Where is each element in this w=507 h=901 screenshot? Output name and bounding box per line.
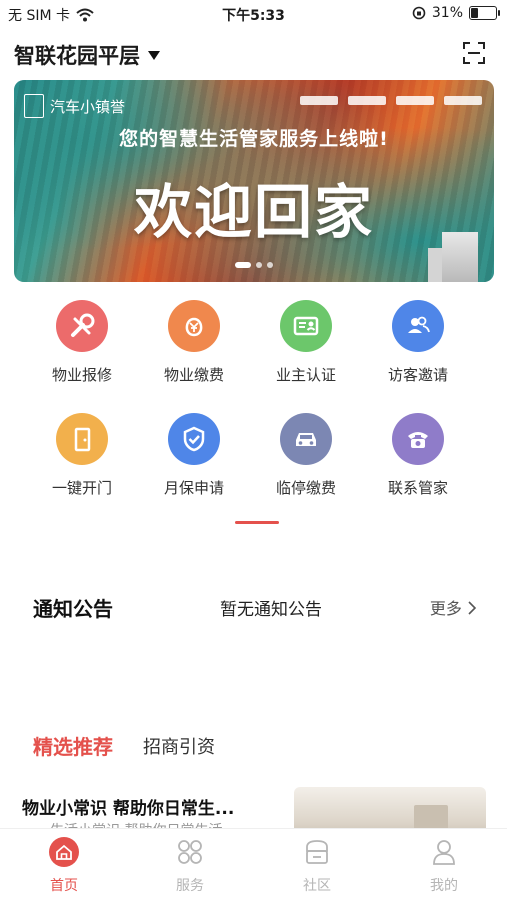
tab-mine[interactable]: 我的 <box>404 837 484 895</box>
phone-icon <box>392 413 444 465</box>
visitors-icon <box>392 300 444 352</box>
community-selector[interactable]: 智联花园平层 <box>14 40 160 70</box>
tab-label: 社区 <box>303 878 331 894</box>
service-grid-icon <box>175 837 205 867</box>
caret-down-icon <box>148 50 160 60</box>
banner-headline: 欢迎回家 <box>133 178 374 246</box>
tab-label: 我的 <box>430 878 458 894</box>
carousel-dots <box>14 262 494 268</box>
status-right: 31% <box>412 5 500 21</box>
chevron-right-icon <box>468 601 477 615</box>
article-title: 物业小常识 帮助你日常生... <box>22 799 235 819</box>
notice-bar: 通知公告 暂无通知公告 更多 <box>0 580 507 630</box>
more-label: 更多 <box>429 599 462 618</box>
notice-title: 通知公告 <box>33 597 113 621</box>
logo-mark-icon <box>24 94 44 118</box>
service-property-repair[interactable]: 物业报修 <box>26 300 138 385</box>
service-label: 联系管家 <box>387 479 448 497</box>
tab-investment[interactable]: 招商引资 <box>143 733 215 759</box>
tab-label: 服务 <box>176 878 204 894</box>
service-label: 访客邀请 <box>387 366 448 384</box>
partner-logo <box>348 96 386 105</box>
service-one-key-open[interactable]: 一键开门 <box>26 413 138 498</box>
yen-bag-icon <box>168 300 220 352</box>
status-bar: 无 SIM 卡 下午5:33 31% <box>0 0 507 28</box>
door-icon <box>56 413 108 465</box>
service-property-fee[interactable]: 物业缴费 <box>138 300 250 385</box>
service-label: 临停缴费 <box>275 479 336 497</box>
wrench-icon <box>56 300 108 352</box>
tab-featured[interactable]: 精选推荐 <box>33 731 113 760</box>
car-icon <box>280 413 332 465</box>
service-label: 物业报修 <box>51 366 112 384</box>
building-illustration <box>428 232 478 282</box>
service-temp-parking-fee[interactable]: 临停缴费 <box>250 413 362 498</box>
battery-fill <box>471 8 478 18</box>
service-label: 业主认证 <box>275 366 336 384</box>
grid-page-indicator <box>235 521 279 524</box>
tab-home[interactable]: 首页 <box>24 837 104 895</box>
carousel-dot[interactable] <box>267 262 273 268</box>
header: 智联花园平层 <box>0 34 507 74</box>
service-label: 月保申请 <box>163 479 224 497</box>
service-label: 一键开门 <box>51 479 112 497</box>
carousel-dot[interactable] <box>235 262 251 268</box>
promo-banner[interactable]: 汽车小镇誉 您的智慧生活管家服务上线啦! 欢迎回家 <box>14 80 494 282</box>
community-icon <box>302 837 332 867</box>
partner-logo <box>444 96 482 105</box>
banner-logo: 汽车小镇誉 <box>24 94 125 118</box>
banner-logo-text: 汽车小镇誉 <box>50 97 126 116</box>
profile-icon <box>429 837 459 867</box>
bottom-tab-bar: 首页 服务 社区 我的 <box>0 828 507 901</box>
battery-icon <box>469 6 500 20</box>
notice-message: 暂无通知公告 <box>220 600 322 620</box>
partner-logo <box>396 96 434 105</box>
service-contact-steward[interactable]: 联系管家 <box>362 413 474 498</box>
partner-logo <box>300 96 338 105</box>
id-card-icon <box>280 300 332 352</box>
service-label: 物业缴费 <box>163 366 224 384</box>
community-name: 智联花园平层 <box>14 44 140 68</box>
scan-icon[interactable] <box>463 42 485 64</box>
service-monthly-pass[interactable]: 月保申请 <box>138 413 250 498</box>
battery-percent: 31% <box>431 5 463 21</box>
service-owner-verify[interactable]: 业主认证 <box>250 300 362 385</box>
tab-label: 首页 <box>50 878 78 894</box>
banner-slogan: 您的智慧生活管家服务上线啦! <box>119 128 389 150</box>
tab-community[interactable]: 社区 <box>277 837 357 895</box>
home-icon <box>49 837 79 867</box>
tab-service[interactable]: 服务 <box>150 837 230 895</box>
partner-logos <box>300 96 482 105</box>
service-visitor-invite[interactable]: 访客邀请 <box>362 300 474 385</box>
notice-more-link[interactable]: 更多 <box>430 595 477 619</box>
feature-tabs: 精选推荐 招商引资 <box>0 728 507 764</box>
carousel-dot[interactable] <box>256 262 262 268</box>
orientation-lock-icon <box>412 6 426 20</box>
shield-check-icon <box>168 413 220 465</box>
